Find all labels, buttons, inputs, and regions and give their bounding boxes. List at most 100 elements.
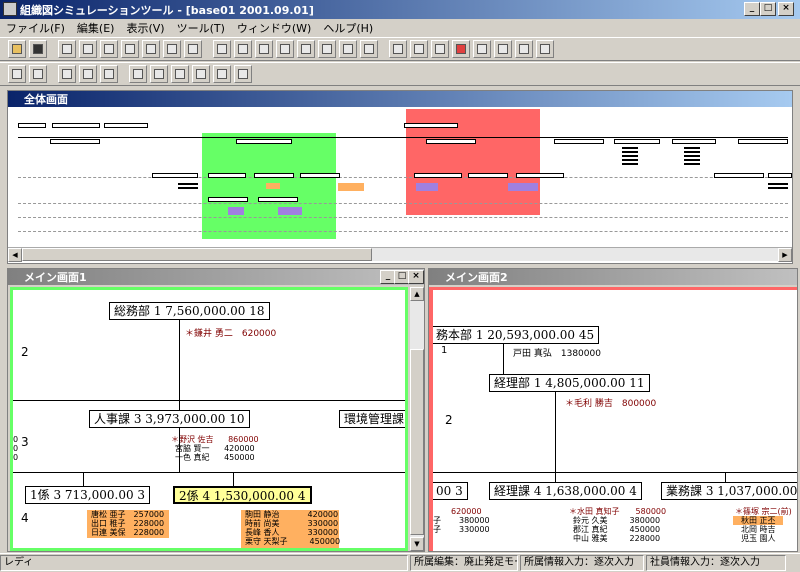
partial-member: 子 330000 xyxy=(433,525,490,534)
close-button[interactable]: × xyxy=(778,2,794,16)
window-tool-3-icon[interactable] xyxy=(100,65,118,83)
emp-tool-2-icon[interactable] xyxy=(234,40,252,58)
emp-tool-4-icon[interactable] xyxy=(276,40,294,58)
overview-title: 全体画面 xyxy=(24,93,68,106)
org-tool-5-icon[interactable] xyxy=(142,40,160,58)
emp-tool-3-icon[interactable] xyxy=(255,40,273,58)
status-ready: レディ xyxy=(0,555,408,571)
status-bar: レディ 所属編集：廃止発足モード 所属情報入力：逐次入力 社員情報入力：逐次入力 xyxy=(0,553,800,572)
scroll-left-icon[interactable]: ◀ xyxy=(8,248,22,262)
layout-tool-1-icon[interactable] xyxy=(8,65,26,83)
overview-scroll-thumb[interactable] xyxy=(22,248,372,261)
scroll-right-icon[interactable]: ▶ xyxy=(778,248,792,262)
main1-vertical-scrollbar[interactable]: ▲ ▼ xyxy=(410,287,424,551)
group-tool-3-icon[interactable] xyxy=(171,65,189,83)
view-tool-2-icon[interactable] xyxy=(410,40,428,58)
section-box-gyomuka[interactable]: 業務課 3 1,037,000.00 3 xyxy=(661,482,797,500)
view-tool-6-icon[interactable] xyxy=(515,40,533,58)
main1-scroll-thumb[interactable] xyxy=(410,349,424,535)
level-1-label: 1 xyxy=(441,345,448,356)
emp-tool-1-icon[interactable] xyxy=(213,40,231,58)
kakari2-member: 長峰 香人 330000 xyxy=(245,528,339,537)
section-box-keirika[interactable]: 経理課 4 1,638,000.00 4 xyxy=(489,482,642,500)
emp-tool-6-icon[interactable] xyxy=(318,40,336,58)
menu-window[interactable]: ウィンドウ(W) xyxy=(237,20,311,36)
main1-close-button[interactable]: × xyxy=(408,270,424,284)
org-tool-4-icon[interactable] xyxy=(121,40,139,58)
kakari2-member: 駒田 静治 420000 xyxy=(245,510,339,519)
section-box-kankyo[interactable]: 環境管理課 4 xyxy=(339,410,405,428)
save-icon[interactable] xyxy=(29,40,47,58)
view-tool-4-icon[interactable] xyxy=(473,40,491,58)
menu-bar: ファイル(F) 編集(E) 表示(V) ツール(T) ウィンドウ(W) ヘルプ(… xyxy=(0,19,800,36)
toolbar-secondary xyxy=(0,62,800,86)
keiri-manager: ＊毛利 勝吉 800000 xyxy=(565,399,657,409)
view-tool-3-icon[interactable] xyxy=(431,40,449,58)
left-value: 0 xyxy=(13,444,19,453)
main1-scroll-up-icon[interactable]: ▲ xyxy=(410,287,424,301)
kakari1-member: 出口 稚子 228000 xyxy=(91,519,165,528)
dept-box-honbu[interactable]: 務本部 1 20,593,000.00 45 xyxy=(433,326,600,344)
menu-edit[interactable]: 編集(E) xyxy=(77,20,115,36)
emp-tool-7-icon[interactable] xyxy=(339,40,357,58)
main-window-2: メイン画面2 務本部 1 20,593,000.00 45 1 戸田 真弘 13… xyxy=(428,268,798,552)
kakari-box-1[interactable]: 1係 3 713,000.00 3 xyxy=(25,486,151,504)
org-tool-2-icon[interactable] xyxy=(79,40,97,58)
org-tool-1-icon[interactable] xyxy=(58,40,76,58)
level-3-label: 3 xyxy=(21,435,29,449)
main1-scroll-down-icon[interactable]: ▼ xyxy=(410,537,424,551)
section-box-keiri[interactable]: 経理部 1 4,805,000.00 11 xyxy=(489,374,650,392)
layout-tool-2-icon[interactable] xyxy=(29,65,47,83)
level-4-label: 4 xyxy=(21,511,29,525)
section-member: 宮脇 賢一 420000 xyxy=(175,444,255,453)
undo-2-icon[interactable] xyxy=(360,40,378,58)
window-title: 組織図シミュレーションツール - [base01 2001.09.01] xyxy=(20,3,314,17)
window-tool-1-icon[interactable] xyxy=(58,65,76,83)
main2-title-bar: メイン画面2 xyxy=(429,269,797,285)
org-tool-6-icon[interactable] xyxy=(163,40,181,58)
menu-help[interactable]: ヘルプ(H) xyxy=(323,20,373,36)
group-tool-4-icon[interactable] xyxy=(192,65,210,83)
honbu-manager: 戸田 真弘 1380000 xyxy=(513,349,601,359)
view-tool-5-icon[interactable] xyxy=(494,40,512,58)
group-tool-1-icon[interactable] xyxy=(129,65,147,83)
window-title-bar: 組織図シミュレーションツール - [base01 2001.09.01] xyxy=(0,0,800,19)
level-2-label-right: 2 xyxy=(445,413,453,427)
partial-member: 620000 xyxy=(451,507,482,516)
minimize-button[interactable]: _ xyxy=(744,2,760,16)
dept-box-somu[interactable]: 総務部 1 7,560,000.00 18 xyxy=(109,302,270,320)
gyomuka-member: 北岡 時吉 xyxy=(741,525,776,534)
main1-canvas[interactable]: 総務部 1 7,560,000.00 18 ＊鎌井 勇二 620000 2 人事… xyxy=(10,287,408,551)
group-tool-2-icon[interactable] xyxy=(150,65,168,83)
kakari1-member: 唐松 亜子 257000 xyxy=(91,510,165,519)
menu-file[interactable]: ファイル(F) xyxy=(6,20,65,36)
status-emp-input: 社員情報入力：逐次入力 xyxy=(646,555,786,571)
menu-tools[interactable]: ツール(T) xyxy=(177,20,225,36)
group-tool-6-icon[interactable] xyxy=(234,65,252,83)
menu-view[interactable]: 表示(V) xyxy=(126,20,164,36)
dept-manager: ＊鎌井 勇二 620000 xyxy=(185,329,277,339)
section-box-jinji[interactable]: 人事課 3 3,973,000.00 10 xyxy=(89,410,250,428)
undo-icon[interactable] xyxy=(184,40,202,58)
kakari-box-partial[interactable]: 00 3 xyxy=(433,482,468,500)
overview-horizontal-scrollbar[interactable]: ◀ ▶ xyxy=(8,247,792,262)
view-tool-7-icon[interactable] xyxy=(536,40,554,58)
kakari1-member: 日連 美保 228000 xyxy=(91,528,165,537)
gyomuka-member: 児玉 園人 xyxy=(741,534,776,543)
main2-canvas[interactable]: 務本部 1 20,593,000.00 45 1 戸田 真弘 1380000 経… xyxy=(429,287,797,551)
org-tool-3-icon[interactable] xyxy=(100,40,118,58)
emp-tool-5-icon[interactable] xyxy=(297,40,315,58)
main-window-1: メイン画面1 _ □ × 総務部 1 7,560,000.00 18 ＊鎌井 勇… xyxy=(7,268,425,552)
toolbar-main xyxy=(0,37,800,61)
group-tool-5-icon[interactable] xyxy=(213,65,231,83)
color-tool-icon[interactable] xyxy=(452,40,470,58)
gyomuka-member: ＊篠塚 宗二(前) xyxy=(735,507,792,516)
gyomuka-member: 秋田 正丕 xyxy=(741,516,776,525)
open-icon[interactable] xyxy=(8,40,26,58)
window-tool-2-icon[interactable] xyxy=(79,65,97,83)
kakari-box-2[interactable]: 2係 4 1,530,000.00 4 xyxy=(173,486,312,504)
overview-canvas[interactable] xyxy=(8,107,792,247)
view-tool-1-icon[interactable] xyxy=(389,40,407,58)
keirika-member: 鈴元 久美 380000 xyxy=(573,516,661,525)
maximize-button[interactable]: □ xyxy=(760,2,776,16)
